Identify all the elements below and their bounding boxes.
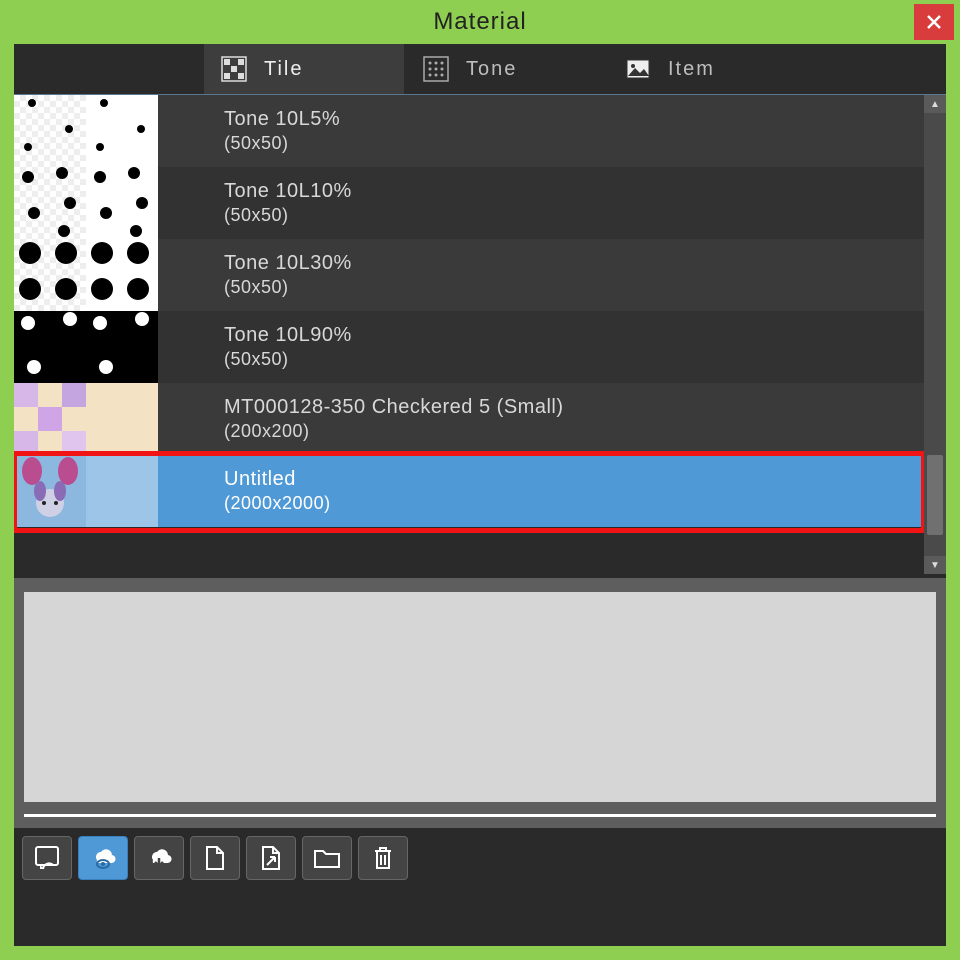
tab-item-label: Item xyxy=(668,58,715,81)
material-name: Tone 10L5% xyxy=(224,106,340,132)
material-name: Tone 10L90% xyxy=(224,322,352,348)
material-thumbnail xyxy=(14,167,86,239)
bottom-toolbar xyxy=(14,828,946,888)
list-item[interactable]: Tone 10L10% (50x50) xyxy=(14,167,924,239)
delete-button[interactable] xyxy=(358,836,408,880)
preview-divider xyxy=(24,814,936,817)
close-icon xyxy=(926,14,942,30)
list-item[interactable]: Tone 10L5% (50x50) xyxy=(14,95,924,167)
list-item[interactable]: Untitled (2000x2000) xyxy=(14,455,924,527)
new-file-button[interactable] xyxy=(190,836,240,880)
preview-canvas xyxy=(24,592,936,802)
material-name: MT000128-350 Checkered 5 (Small) xyxy=(224,394,564,420)
material-thumbnail xyxy=(14,311,86,383)
tabs: Tile Tone Item xyxy=(14,44,946,94)
import-button[interactable] xyxy=(22,836,72,880)
cloud-view-button[interactable] xyxy=(78,836,128,880)
material-dimensions: (200x200) xyxy=(224,420,564,443)
file-arrow-icon xyxy=(260,845,282,871)
material-thumbnail xyxy=(14,383,86,455)
material-dimensions: (50x50) xyxy=(224,276,352,299)
window-title: Material xyxy=(433,8,526,36)
tab-tone[interactable]: Tone xyxy=(406,44,606,94)
import-icon xyxy=(34,845,60,871)
scroll-down-icon[interactable]: ▼ xyxy=(924,556,946,574)
material-dimensions: (50x50) xyxy=(224,204,352,227)
tab-item[interactable]: Item xyxy=(608,44,808,94)
scroll-up-icon[interactable]: ▲ xyxy=(924,95,946,113)
tab-tile[interactable]: Tile xyxy=(204,44,404,94)
close-button[interactable] xyxy=(914,4,954,40)
material-name: Untitled xyxy=(224,466,331,492)
material-thumbnail xyxy=(86,311,158,383)
material-thumbnail xyxy=(86,167,158,239)
trash-icon xyxy=(371,845,395,871)
material-thumbnail xyxy=(86,95,158,167)
cloud-download-icon xyxy=(145,846,173,870)
folder-icon xyxy=(313,847,341,869)
scrollbar-thumb[interactable] xyxy=(927,455,943,535)
item-icon xyxy=(624,55,652,83)
material-thumbnail xyxy=(14,239,86,311)
material-thumbnail xyxy=(86,383,158,455)
material-name: Tone 10L10% xyxy=(224,178,352,204)
material-dimensions: (50x50) xyxy=(224,348,352,371)
cloud-download-button[interactable] xyxy=(134,836,184,880)
material-thumbnail xyxy=(14,455,86,527)
material-list: Tone 10L5% (50x50) Tone 10L10% (50x50) xyxy=(14,94,946,574)
folder-button[interactable] xyxy=(302,836,352,880)
material-name: Tone 10L30% xyxy=(224,250,352,276)
material-thumbnail xyxy=(14,95,86,167)
list-item[interactable]: Tone 10L30% (50x50) xyxy=(14,239,924,311)
tile-icon xyxy=(220,55,248,83)
list-item[interactable]: MT000128-350 Checkered 5 (Small) (200x20… xyxy=(14,383,924,455)
preview-area xyxy=(14,578,946,828)
title-bar: Material xyxy=(0,0,960,44)
tab-tile-label: Tile xyxy=(264,58,303,81)
file-icon xyxy=(204,845,226,871)
material-dimensions: (2000x2000) xyxy=(224,492,331,515)
cloud-eye-icon xyxy=(89,846,117,870)
material-thumbnail xyxy=(86,239,158,311)
file-link-button[interactable] xyxy=(246,836,296,880)
material-dimensions: (50x50) xyxy=(224,132,340,155)
list-item[interactable]: Tone 10L90% (50x50) xyxy=(14,311,924,383)
material-thumbnail xyxy=(86,455,158,527)
tab-tone-label: Tone xyxy=(466,58,517,81)
vertical-scrollbar[interactable]: ▲ ▼ xyxy=(924,95,946,574)
main-panel: Tile Tone Item xyxy=(14,44,946,946)
tone-icon xyxy=(422,55,450,83)
